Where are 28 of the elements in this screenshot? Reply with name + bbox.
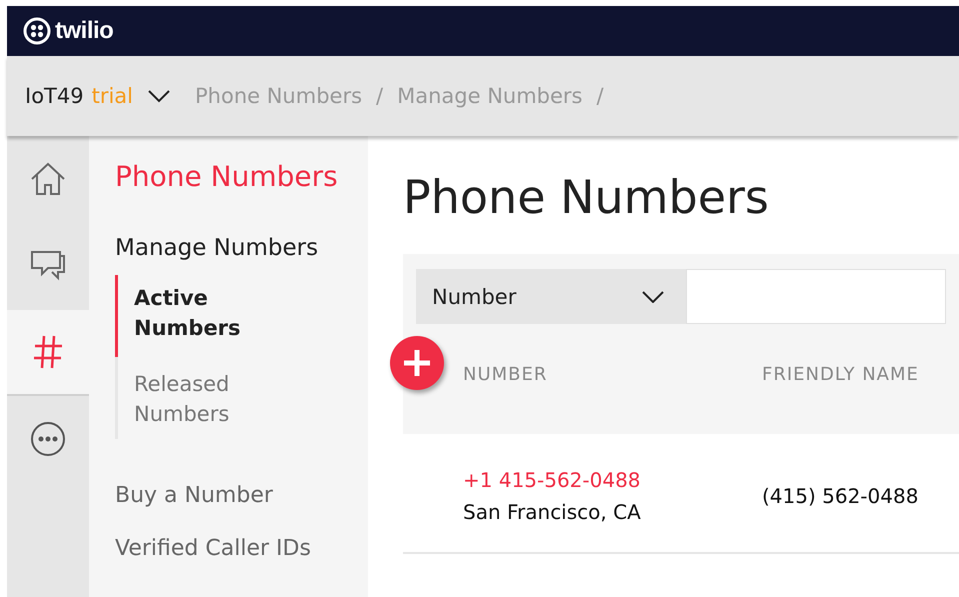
plus-icon	[403, 349, 431, 377]
chevron-down-icon	[642, 290, 664, 302]
search-field[interactable]	[686, 269, 946, 324]
chevron-down-icon[interactable]	[147, 89, 171, 103]
subsection-heading: Manage Numbers	[115, 235, 320, 261]
chat-icon	[30, 250, 66, 282]
filter-dropdown[interactable]: Number	[416, 269, 686, 324]
location-text: San Francisco, CA	[463, 499, 642, 526]
more-icon	[30, 421, 66, 457]
section-title: Phone Numbers	[115, 160, 339, 193]
add-button[interactable]	[390, 336, 444, 390]
column-header: FRIENDLY NAME	[762, 364, 920, 385]
subnav-item[interactable]: Released Numbers	[115, 357, 284, 439]
subnav-link[interactable]: Verified Caller IDs	[115, 536, 368, 561]
breadcrumb-separator: /	[596, 84, 604, 108]
project-name: IoT49	[25, 84, 84, 108]
plan-label: trial	[92, 84, 133, 108]
logo-icon	[23, 17, 51, 45]
column-header: NUMBER	[463, 364, 548, 385]
page-title: Phone Numbers	[403, 170, 770, 224]
subnav-item[interactable]: Active Numbers	[115, 275, 284, 357]
hash-icon	[33, 334, 63, 370]
subnav-link[interactable]: Buy a Number	[115, 483, 368, 508]
breadcrumb-separator: /	[376, 84, 384, 108]
logo-wordmark: twilio	[55, 17, 114, 45]
phone-number-link[interactable]: +1 415-562-0488	[463, 464, 762, 496]
home-icon	[30, 162, 66, 196]
table-cell-text: (415) 562-0488	[762, 484, 920, 508]
